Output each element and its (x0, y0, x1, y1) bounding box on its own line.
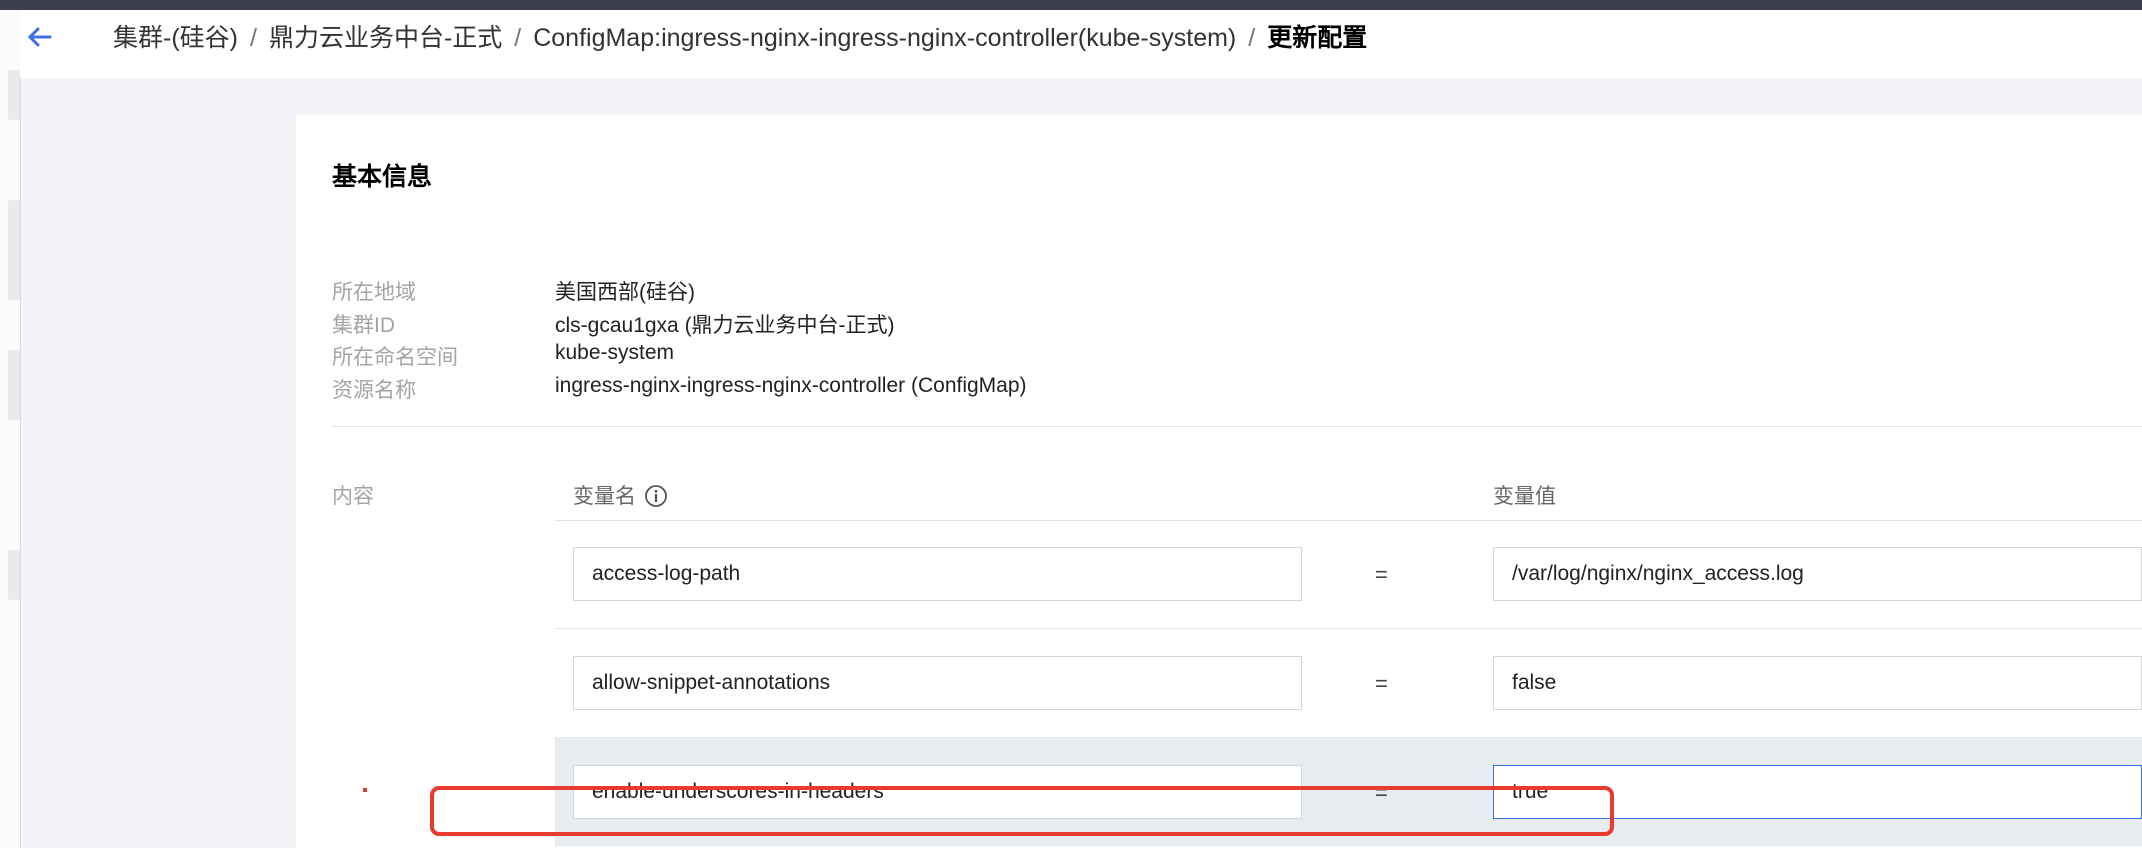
variable-name-input[interactable] (573, 547, 1302, 601)
equals-sign: = (1375, 562, 1388, 587)
sidebar-ghost-item (8, 350, 20, 420)
info-value-cluster-id: cls-gcau1gxa (鼎力云业务中台-正式) (555, 314, 895, 337)
section-title: 基本信息 (332, 163, 433, 191)
table-header: 变量名 变量值 (555, 460, 2142, 521)
breadcrumb-separator: / (249, 24, 257, 52)
left-sidebar-edge (0, 10, 21, 848)
table-row: = (555, 629, 2142, 738)
column-header-name-label: 变量名 (573, 485, 636, 508)
breadcrumb-item-project[interactable]: 鼎力云业务中台-正式 (269, 24, 502, 52)
breadcrumb-item-configmap[interactable]: ConfigMap:ingress-nginx-ingress-nginx-co… (533, 24, 1236, 52)
info-label-cluster-id: 集群ID (332, 314, 395, 337)
breadcrumb-separator: / (514, 24, 522, 52)
arrow-left-icon[interactable] (24, 22, 54, 52)
equals-sign: = (1375, 671, 1388, 696)
info-label-namespace: 所在命名空间 (332, 346, 458, 369)
info-label-resource-name: 资源名称 (332, 379, 416, 402)
variable-value-input[interactable] (1493, 765, 2142, 819)
window-top-bar (0, 0, 2142, 10)
content-label: 内容 (332, 485, 374, 508)
section-divider (332, 426, 2142, 427)
info-value-namespace: kube-system (555, 341, 675, 364)
info-circle-icon[interactable] (644, 484, 668, 508)
annotation-dot (363, 788, 367, 792)
config-card: 基本信息 所在地域 美国西部(硅谷) 集群ID cls-gcau1gxa (鼎力… (296, 115, 2142, 848)
sidebar-ghost-item (8, 200, 20, 300)
info-value-resource-name: ingress-nginx-ingress-nginx-controller (… (555, 374, 1027, 397)
variable-value-input[interactable] (1493, 656, 2142, 710)
sidebar-ghost-item (8, 550, 20, 600)
variable-name-input[interactable] (573, 765, 1302, 819)
key-value-table: 变量名 变量值 = = = (555, 460, 2142, 848)
breadcrumb: 集群-(硅谷) / 鼎力云业务中台-正式 / ConfigMap:ingress-ngi… (113, 22, 1367, 54)
breadcrumb-current: 更新配置 (1267, 24, 1368, 52)
column-header-name: 变量名 (573, 480, 668, 510)
variable-value-input[interactable] (1493, 547, 2142, 601)
info-value-region: 美国西部(硅谷) (555, 281, 695, 304)
table-row-active: = (555, 738, 2142, 846)
page-header: 集群-(硅谷) / 鼎力云业务中台-正式 / ConfigMap:ingress-ngi… (20, 10, 2142, 78)
info-label-region: 所在地域 (332, 281, 416, 304)
breadcrumb-item-cluster[interactable]: 集群-(硅谷) (113, 24, 238, 52)
breadcrumb-separator: / (1248, 24, 1256, 52)
equals-sign: = (1375, 780, 1388, 805)
variable-name-input[interactable] (573, 656, 1302, 710)
column-header-value: 变量值 (1493, 485, 1556, 508)
table-row: = (555, 520, 2142, 629)
